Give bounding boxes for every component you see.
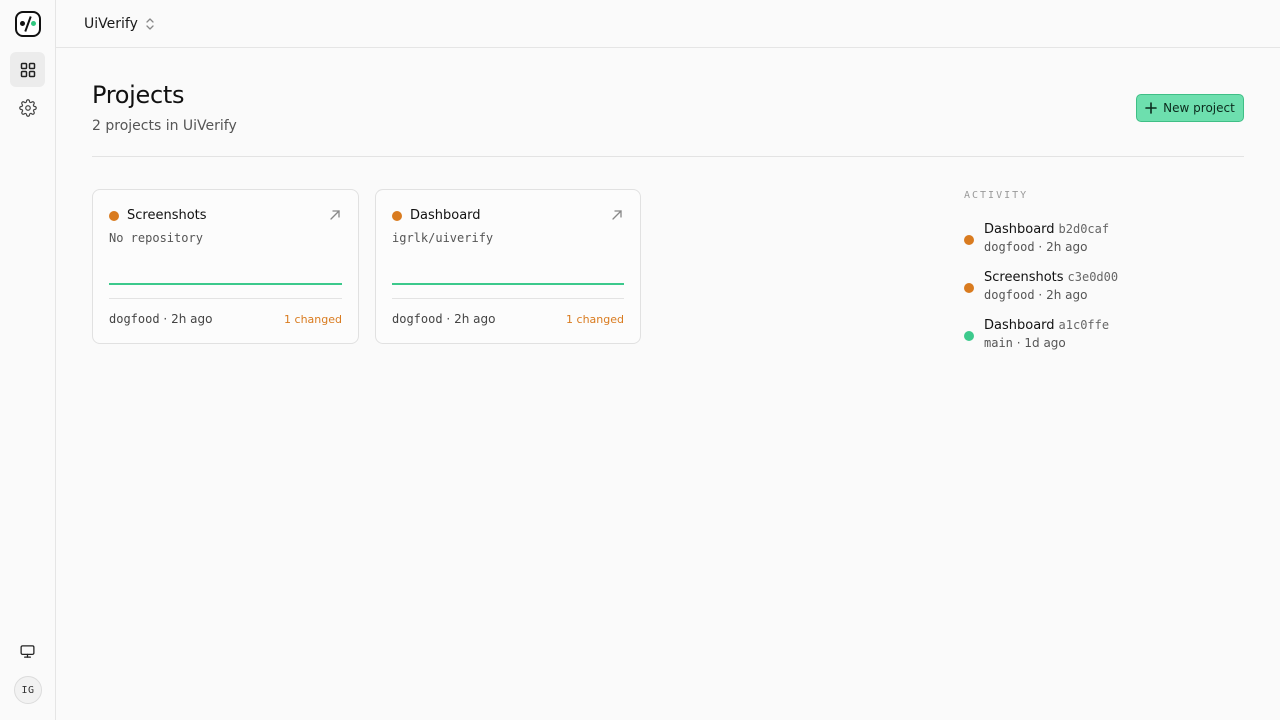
- arrow-up-right-icon[interactable]: [328, 208, 342, 222]
- card-divider: [109, 298, 342, 299]
- gear-icon: [18, 98, 37, 117]
- separator: ·: [1016, 336, 1021, 350]
- card-divider: [392, 298, 624, 299]
- logo-dot-left: [20, 21, 25, 26]
- status-dot: [964, 331, 974, 341]
- branch-name: main: [984, 336, 1013, 350]
- app-logo[interactable]: [15, 11, 41, 37]
- commit-sha: a1c0ffe: [1058, 318, 1110, 332]
- status-dot: [964, 235, 974, 245]
- monitor-icon: [20, 645, 35, 658]
- sidebar-item-settings[interactable]: [10, 90, 45, 125]
- last-run-time: 2h ago: [454, 312, 496, 326]
- activity-item[interactable]: Screenshots c3e0d00 dogfood · 2h ago: [964, 270, 1244, 306]
- separator: ·: [446, 312, 451, 326]
- activity-sparkline: [109, 283, 342, 285]
- activity-sparkline: [392, 283, 624, 285]
- chevron-up-down-icon: [146, 17, 154, 30]
- org-name: UiVerify: [84, 15, 138, 32]
- status-dot: [109, 211, 119, 221]
- branch-name: dogfood: [392, 312, 443, 326]
- new-project-button[interactable]: New project: [1136, 94, 1244, 122]
- project-repo: No repository: [109, 231, 203, 245]
- commit-sha: c3e0d00: [1067, 270, 1119, 284]
- display-toggle-button[interactable]: [10, 634, 45, 669]
- changes-badge: 1 changed: [284, 313, 342, 326]
- last-run-info: dogfood · 2h ago: [392, 312, 495, 326]
- project-name: Dashboard: [410, 208, 481, 223]
- activity-item[interactable]: Dashboard b2d0caf dogfood · 2h ago: [964, 222, 1244, 258]
- top-bar: UiVerify: [56, 0, 1280, 48]
- branch-name: dogfood: [984, 288, 1035, 302]
- activity-project: Dashboard: [984, 222, 1055, 237]
- commit-sha: b2d0caf: [1058, 222, 1110, 236]
- org-switcher[interactable]: UiVerify: [84, 16, 156, 32]
- sidebar-item-projects[interactable]: [10, 52, 45, 87]
- branch-name: dogfood: [984, 240, 1035, 254]
- plus-icon: [1145, 102, 1157, 114]
- logo-dot-right: [31, 21, 36, 26]
- activity-time: 2h ago: [1046, 240, 1088, 254]
- arrow-up-right-icon[interactable]: [610, 208, 624, 222]
- page-subtitle: 2 projects in UiVerify: [92, 118, 237, 134]
- activity-panel: ACTIVITY Dashboard b2d0caf dogfood · 2h a…: [964, 190, 1244, 350]
- last-run-info: dogfood · 2h ago: [109, 312, 212, 326]
- separator: ·: [1038, 288, 1043, 302]
- activity-item[interactable]: Dashboard a1c0ffe main · 1d ago: [964, 318, 1244, 354]
- project-card-dashboard[interactable]: Dashboard igrlk/uiverify dogfood · 2h ag…: [375, 189, 641, 344]
- separator: ·: [163, 312, 168, 326]
- status-dot: [964, 283, 974, 293]
- header-divider: [92, 156, 1244, 157]
- branch-name: dogfood: [109, 312, 160, 326]
- activity-project: Dashboard: [984, 318, 1055, 333]
- separator: ·: [1038, 240, 1043, 254]
- status-dot: [392, 211, 402, 221]
- activity-time: 2h ago: [1046, 288, 1088, 302]
- last-run-time: 2h ago: [171, 312, 213, 326]
- sidebar: IG: [0, 0, 56, 720]
- activity-time: 1d ago: [1024, 336, 1066, 350]
- activity-heading: ACTIVITY: [964, 190, 1029, 201]
- new-project-label: New project: [1163, 101, 1235, 115]
- activity-project: Screenshots: [984, 270, 1064, 285]
- project-card-screenshots[interactable]: Screenshots No repository dogfood · 2h a…: [92, 189, 359, 344]
- project-repo[interactable]: igrlk/uiverify: [392, 231, 493, 245]
- user-avatar[interactable]: IG: [14, 676, 42, 704]
- changes-badge: 1 changed: [566, 313, 624, 326]
- page-title: Projects: [92, 81, 185, 109]
- project-name: Screenshots: [127, 208, 207, 223]
- grid-icon: [20, 62, 35, 77]
